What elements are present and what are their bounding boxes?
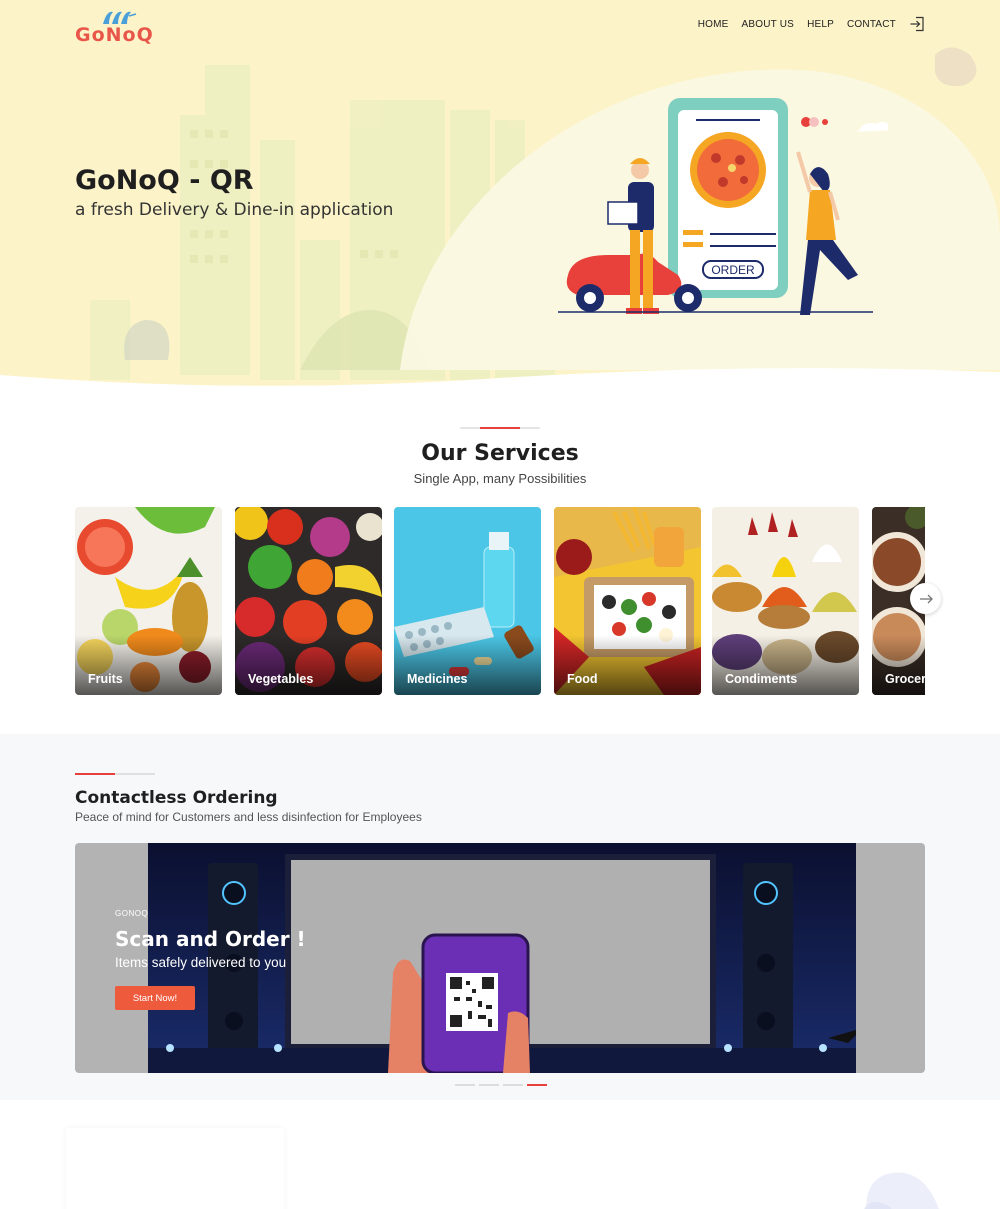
services-divider: [460, 427, 540, 429]
services-carousel: Fruits Vegetables Medicines Food Condime…: [75, 507, 925, 695]
services-subtitle: Single App, many Possibilities: [413, 471, 587, 486]
card-label-vegetables: Vegetables: [248, 672, 314, 686]
main-nav: HOME ABOUT US HELP CONTACT: [698, 16, 925, 32]
logo-text: GoNoQ: [75, 24, 154, 46]
service-card-fruits[interactable]: Fruits: [75, 507, 222, 695]
services-title: Our Services: [421, 441, 579, 466]
start-now-button[interactable]: Start Now!: [115, 986, 195, 1010]
slider-dot-1[interactable]: [455, 1084, 475, 1086]
service-card-vegetables[interactable]: Vegetables: [235, 507, 382, 695]
order-label: ORDER: [711, 263, 755, 277]
contactless-subtitle: Peace of mind for Customers and less dis…: [75, 810, 422, 824]
slider-dot-4[interactable]: [527, 1084, 547, 1086]
nav-home[interactable]: HOME: [698, 19, 729, 30]
carousel-next-button[interactable]: [910, 583, 941, 614]
contactless-title: Contactless Ordering: [75, 788, 278, 808]
login-icon[interactable]: [909, 16, 925, 32]
gonoq-logo[interactable]: GoNoQ: [75, 8, 160, 46]
delivery-illustration: ORDER: [558, 98, 888, 315]
card-label-food: Food: [567, 672, 598, 686]
hero-title: GoNoQ - QR: [75, 165, 254, 196]
nav-contact[interactable]: CONTACT: [847, 19, 896, 30]
slider-pagination: [455, 1084, 547, 1086]
card-label-fruits: Fruits: [88, 672, 123, 686]
slide-subtitle: Items safely delivered to you: [115, 955, 287, 970]
hero-section: GoNoQ HOME ABOUT US HELP CONTACT GoNoQ -…: [0, 0, 1000, 395]
card-label-grocery: Grocer: [885, 672, 925, 686]
card-label-condiments: Condiments: [725, 672, 798, 686]
service-card-medicines[interactable]: Medicines: [394, 507, 541, 695]
hero-subtitle: a fresh Delivery & Dine-in application: [75, 200, 394, 220]
card-shade: [75, 635, 222, 695]
nav-help[interactable]: HELP: [807, 19, 834, 30]
arrow-right-icon: [919, 594, 933, 603]
card-shade: [712, 635, 859, 695]
service-card-food[interactable]: Food: [554, 507, 701, 695]
service-card-condiments[interactable]: Condiments: [712, 507, 859, 695]
slide-brand: GONOQ: [115, 909, 149, 918]
bottom-card: [66, 1128, 284, 1209]
slider-dot-2[interactable]: [479, 1084, 499, 1086]
slide-title: Scan and Order !: [115, 927, 306, 951]
nav-about-us[interactable]: ABOUT US: [742, 19, 795, 30]
card-shade: [235, 635, 382, 695]
card-shade: [394, 635, 541, 695]
promo-slider[interactable]: GONOQ Scan and Order ! Items safely deli…: [75, 843, 925, 1073]
slider-dot-3[interactable]: [503, 1084, 523, 1086]
card-label-medicines: Medicines: [407, 672, 468, 686]
card-shade: [554, 635, 701, 695]
decorative-blob: [864, 1172, 939, 1209]
contactless-divider: [75, 773, 155, 775]
card-shade: [872, 635, 925, 695]
